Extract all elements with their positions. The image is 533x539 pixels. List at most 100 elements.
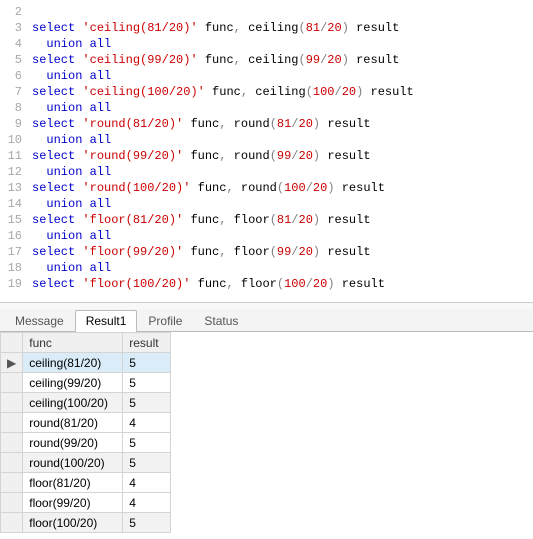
code-content[interactable]: union all [32, 100, 533, 116]
code-content[interactable]: select 'round(100/20)' func, round(100/2… [32, 180, 533, 196]
tab-status[interactable]: Status [193, 310, 249, 332]
code-line[interactable]: 19select 'floor(100/20)' func, floor(100… [0, 276, 533, 292]
table-row[interactable]: floor(81/20)4 [1, 473, 171, 493]
code-line[interactable]: 3select 'ceiling(81/20)' func, ceiling(8… [0, 20, 533, 36]
tab-result1[interactable]: Result1 [75, 310, 138, 332]
result-tabs: MessageResult1ProfileStatus [0, 309, 533, 332]
code-content[interactable]: union all [32, 132, 533, 148]
code-line[interactable]: 18union all [0, 260, 533, 276]
cell-result[interactable]: 5 [123, 513, 171, 533]
tab-message[interactable]: Message [4, 310, 75, 332]
line-number: 19 [0, 276, 32, 292]
cell-func[interactable]: round(100/20) [23, 453, 123, 473]
row-indicator-header [1, 333, 23, 353]
table-row[interactable]: round(99/20)5 [1, 433, 171, 453]
line-number: 4 [0, 36, 32, 52]
code-content[interactable]: select 'floor(99/20)' func, floor(99/20)… [32, 244, 533, 260]
code-line[interactable]: 5select 'ceiling(99/20)' func, ceiling(9… [0, 52, 533, 68]
column-header-func[interactable]: func [23, 333, 123, 353]
cell-result[interactable]: 4 [123, 413, 171, 433]
row-indicator [1, 413, 23, 433]
line-number: 3 [0, 20, 32, 36]
line-number: 16 [0, 228, 32, 244]
cell-result[interactable]: 5 [123, 353, 171, 373]
code-content[interactable]: select 'floor(81/20)' func, floor(81/20)… [32, 212, 533, 228]
cell-result[interactable]: 5 [123, 373, 171, 393]
row-indicator [1, 433, 23, 453]
code-content[interactable]: select 'floor(100/20)' func, floor(100/2… [32, 276, 533, 292]
line-number: 8 [0, 100, 32, 116]
line-number: 6 [0, 68, 32, 84]
code-line[interactable]: 9select 'round(81/20)' func, round(81/20… [0, 116, 533, 132]
code-line[interactable]: 16union all [0, 228, 533, 244]
cell-func[interactable]: ceiling(81/20) [23, 353, 123, 373]
row-indicator [1, 513, 23, 533]
result-grid[interactable]: funcresult▶ceiling(81/20)5ceiling(99/20)… [0, 332, 171, 533]
code-line[interactable]: 11select 'round(99/20)' func, round(99/2… [0, 148, 533, 164]
row-indicator [1, 393, 23, 413]
code-line[interactable]: 14union all [0, 196, 533, 212]
row-indicator [1, 473, 23, 493]
table-row[interactable]: round(81/20)4 [1, 413, 171, 433]
code-content[interactable]: select 'ceiling(100/20)' func, ceiling(1… [32, 84, 533, 100]
cell-result[interactable]: 4 [123, 493, 171, 513]
cell-result[interactable]: 5 [123, 433, 171, 453]
cell-func[interactable]: floor(81/20) [23, 473, 123, 493]
code-content[interactable]: union all [32, 164, 533, 180]
code-line[interactable]: 12union all [0, 164, 533, 180]
code-line[interactable]: 8union all [0, 100, 533, 116]
line-number: 9 [0, 116, 32, 132]
row-indicator [1, 493, 23, 513]
code-content[interactable]: union all [32, 36, 533, 52]
code-line[interactable]: 17select 'floor(99/20)' func, floor(99/2… [0, 244, 533, 260]
results-panel: MessageResult1ProfileStatus funcresult▶c… [0, 303, 533, 539]
cell-func[interactable]: floor(99/20) [23, 493, 123, 513]
line-number: 12 [0, 164, 32, 180]
code-line[interactable]: 10union all [0, 132, 533, 148]
cell-result[interactable]: 5 [123, 393, 171, 413]
row-indicator: ▶ [1, 353, 23, 373]
column-header-result[interactable]: result [123, 333, 171, 353]
line-number: 5 [0, 52, 32, 68]
code-line[interactable]: 4union all [0, 36, 533, 52]
cell-result[interactable]: 5 [123, 453, 171, 473]
table-row[interactable]: floor(100/20)5 [1, 513, 171, 533]
line-number: 2 [0, 4, 32, 20]
table-row[interactable]: round(100/20)5 [1, 453, 171, 473]
table-row[interactable]: floor(99/20)4 [1, 493, 171, 513]
line-number: 7 [0, 84, 32, 100]
code-content[interactable]: union all [32, 68, 533, 84]
code-line[interactable]: 7select 'ceiling(100/20)' func, ceiling(… [0, 84, 533, 100]
row-indicator [1, 453, 23, 473]
table-row[interactable]: ceiling(99/20)5 [1, 373, 171, 393]
code-line[interactable]: 6union all [0, 68, 533, 84]
code-content[interactable]: select 'round(99/20)' func, round(99/20)… [32, 148, 533, 164]
line-number: 15 [0, 212, 32, 228]
sql-editor[interactable]: 23select 'ceiling(81/20)' func, ceiling(… [0, 0, 533, 303]
line-number: 17 [0, 244, 32, 260]
row-indicator [1, 373, 23, 393]
code-content[interactable]: select 'ceiling(81/20)' func, ceiling(81… [32, 20, 533, 36]
result-grid-wrap: funcresult▶ceiling(81/20)5ceiling(99/20)… [0, 332, 533, 539]
line-number: 18 [0, 260, 32, 276]
line-number: 10 [0, 132, 32, 148]
cell-func[interactable]: floor(100/20) [23, 513, 123, 533]
cell-func[interactable]: round(81/20) [23, 413, 123, 433]
tab-profile[interactable]: Profile [137, 310, 193, 332]
line-number: 14 [0, 196, 32, 212]
cell-result[interactable]: 4 [123, 473, 171, 493]
table-row[interactable]: ceiling(100/20)5 [1, 393, 171, 413]
code-line[interactable]: 2 [0, 4, 533, 20]
code-line[interactable]: 13select 'round(100/20)' func, round(100… [0, 180, 533, 196]
table-row[interactable]: ▶ceiling(81/20)5 [1, 353, 171, 373]
code-content[interactable]: union all [32, 196, 533, 212]
code-content[interactable] [32, 4, 533, 20]
code-line[interactable]: 15select 'floor(81/20)' func, floor(81/2… [0, 212, 533, 228]
code-content[interactable]: union all [32, 228, 533, 244]
code-content[interactable]: select 'ceiling(99/20)' func, ceiling(99… [32, 52, 533, 68]
cell-func[interactable]: ceiling(100/20) [23, 393, 123, 413]
cell-func[interactable]: round(99/20) [23, 433, 123, 453]
cell-func[interactable]: ceiling(99/20) [23, 373, 123, 393]
code-content[interactable]: select 'round(81/20)' func, round(81/20)… [32, 116, 533, 132]
code-content[interactable]: union all [32, 260, 533, 276]
